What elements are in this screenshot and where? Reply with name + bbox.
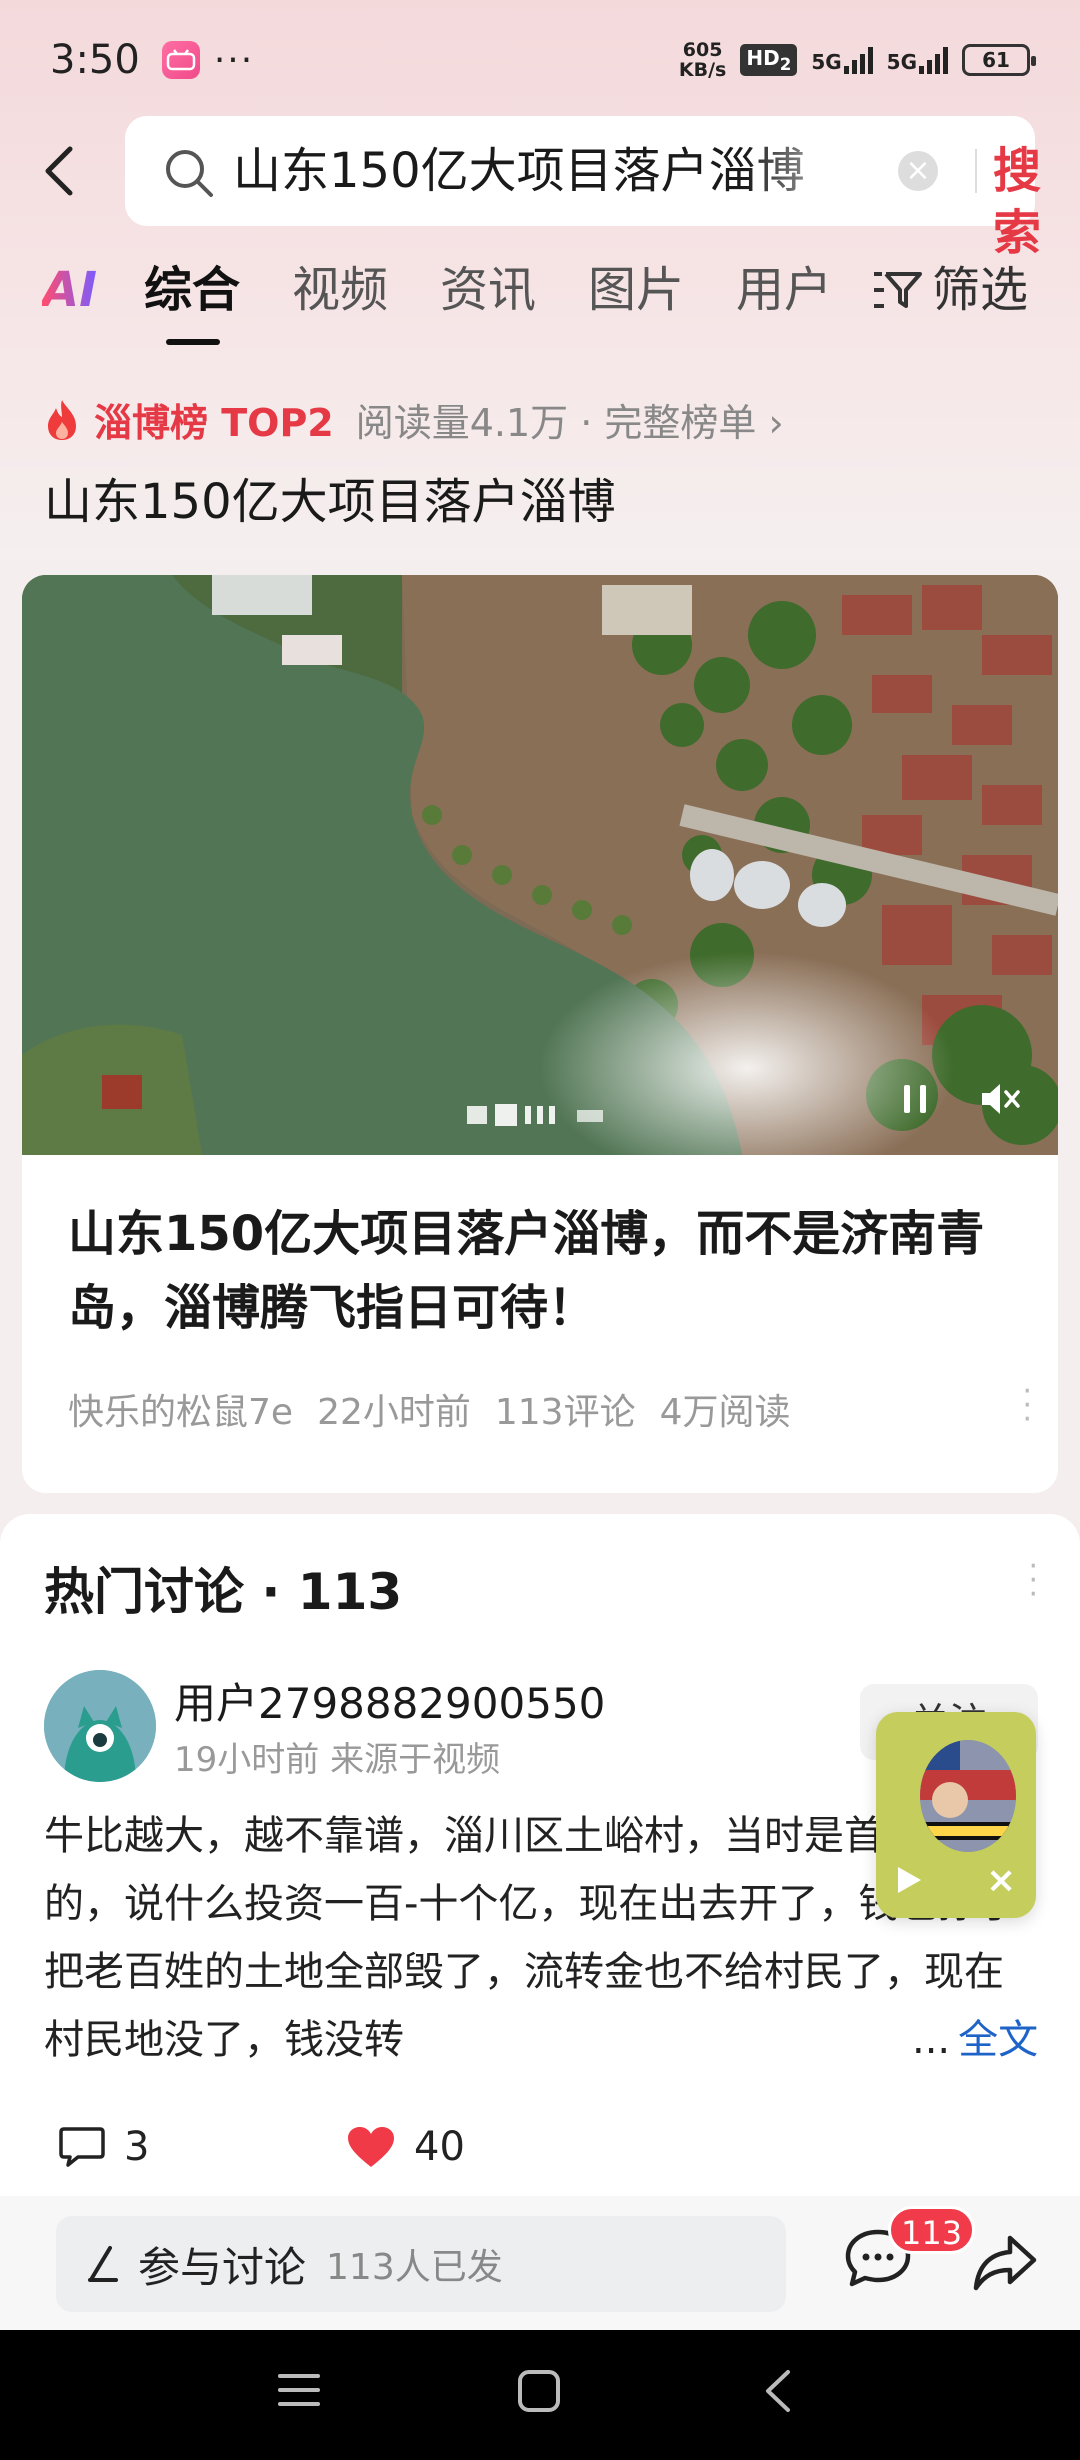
close-icon[interactable]: × (986, 1860, 1016, 1901)
article-card[interactable]: 山东150亿大项目落户淄博，而不是济南青岛，淄博腾飞指日可待！ 快乐的松鼠7e … (22, 575, 1058, 1493)
participate-count: 113人已发 (326, 2247, 503, 2288)
mini-player-thumbnail (920, 1740, 1016, 1852)
reply-button[interactable]: 3 (58, 2124, 149, 2170)
signal-icon-2: 5G (887, 46, 948, 74)
bilibili-app-icon (161, 41, 200, 79)
tab-ai[interactable]: AI (42, 255, 97, 325)
comment-meta: 19小时前 来源于视频 (174, 1740, 501, 1780)
category-tabs: AI 综合 视频 资讯 图片 用户 筛选 (0, 255, 1080, 345)
hot-rank-line[interactable]: 淄博榜 TOP2 阅读量4.1万 · 完整榜单 › (44, 392, 784, 447)
discussion-more-icon[interactable]: · · · (1028, 1552, 1038, 1610)
article-meta: 快乐的松鼠7e 22小时前 113评论 4万阅读 (68, 1383, 791, 1435)
avatar[interactable] (44, 1670, 156, 1782)
more-notifications-icon: ··· (213, 39, 255, 81)
signal-1-label: 5G (811, 50, 842, 74)
video-player[interactable] (22, 575, 1058, 1155)
back-nav-icon[interactable] (760, 2368, 796, 2414)
back-button[interactable] (40, 141, 100, 201)
hd-sub-label: 2 (779, 55, 792, 74)
tab-users[interactable]: 用户 (736, 255, 832, 325)
tab-images[interactable]: 图片 (588, 255, 684, 325)
video-frame-image (22, 575, 1058, 1155)
comment-username[interactable]: 用户2798882900550 (174, 1670, 605, 1731)
search-box[interactable]: 山东150亿大项目落户淄博 × 搜索 (125, 116, 1041, 261)
reply-count: 3 (124, 2124, 150, 2170)
tab-news[interactable]: 资讯 (440, 255, 536, 325)
bottom-action-bar: 参与讨论 113人已发 113 (0, 2196, 1080, 2330)
floating-mini-player[interactable]: × (876, 1712, 1036, 1918)
comments-count-badge: 113 (888, 2206, 976, 2254)
expand-full-text-link[interactable]: ... 全文 (902, 2006, 1039, 2074)
participate-discussion-input[interactable]: 参与讨论 113人已发 (56, 2216, 786, 2312)
status-indicators: 605 KB/s HD2 5G 5G 61 (679, 40, 1036, 80)
network-speed-value: 605 (682, 39, 723, 61)
article-comments: 113评论 (494, 1392, 636, 1433)
video-progress-indicator (467, 1104, 603, 1126)
like-button[interactable]: 40 (346, 2124, 465, 2170)
pause-icon[interactable] (900, 1081, 930, 1117)
clear-search-button[interactable]: × (898, 151, 938, 191)
heart-icon (348, 2127, 394, 2167)
filter-icon (874, 272, 922, 308)
search-divider (975, 149, 977, 193)
tab-comprehensive[interactable]: 综合 (144, 255, 240, 325)
network-speed: 605 KB/s (679, 40, 726, 80)
rank-title: 淄博榜 TOP2 (94, 401, 334, 445)
signal-2-label: 5G (886, 50, 917, 74)
filter-label: 筛选 (932, 262, 1029, 318)
search-row: 山东150亿大项目落户淄博 × 搜索 (0, 116, 1080, 261)
full-text-label: 全文 (958, 2017, 1039, 2063)
filter-button[interactable]: 筛选 (872, 255, 1028, 325)
mute-icon[interactable] (978, 1079, 1022, 1119)
back-arrow-icon (45, 146, 73, 196)
comment-bubble-icon (59, 2127, 105, 2167)
battery-icon: 61 (962, 44, 1036, 76)
article-title[interactable]: 山东150亿大项目落户淄博，而不是济南青岛，淄博腾飞指日可待！ (68, 1197, 1028, 1345)
topic-headline[interactable]: 山东150亿大项目落户淄博 (44, 462, 616, 532)
discussion-title: 热门讨论 · 113 (44, 1563, 403, 1621)
search-icon (166, 150, 213, 197)
search-button[interactable]: 搜索 (993, 140, 1041, 264)
flame-icon (48, 399, 76, 440)
article-reads: 4万阅读 (659, 1392, 791, 1433)
home-icon[interactable] (516, 2368, 562, 2414)
network-speed-unit: KB/s (678, 59, 727, 81)
system-navigation-bar (0, 2330, 1080, 2460)
article-more-icon[interactable]: · · · (1022, 1377, 1032, 1435)
mini-player-image (920, 1740, 1016, 1852)
like-count: 40 (414, 2124, 465, 2170)
search-input[interactable]: 山东150亿大项目落户淄博 (233, 140, 873, 202)
signal-icon-1: 5G (811, 46, 873, 74)
ellipsis: ... (912, 2017, 951, 2063)
avatar-image (44, 1670, 156, 1782)
status-bar: 3:50 ··· 605 KB/s HD2 5G 5G 61 (0, 0, 1080, 120)
share-icon[interactable] (972, 2232, 1038, 2292)
status-time: 3:50 (50, 37, 140, 83)
participate-label: 参与讨论 (138, 2242, 307, 2292)
menu-icon[interactable] (276, 2368, 322, 2412)
article-author[interactable]: 快乐的松鼠7e (68, 1383, 293, 1435)
play-icon[interactable] (894, 1864, 924, 1896)
pen-icon (88, 2246, 118, 2282)
article-time: 22小时前 (317, 1392, 471, 1433)
hd-label: HD (746, 46, 780, 70)
tab-video[interactable]: 视频 (292, 255, 388, 325)
active-tab-indicator (166, 339, 220, 345)
rank-meta-link[interactable]: 阅读量4.1万 · 完整榜单 › (356, 392, 784, 447)
hd-voice-icon: HD2 (740, 44, 798, 76)
